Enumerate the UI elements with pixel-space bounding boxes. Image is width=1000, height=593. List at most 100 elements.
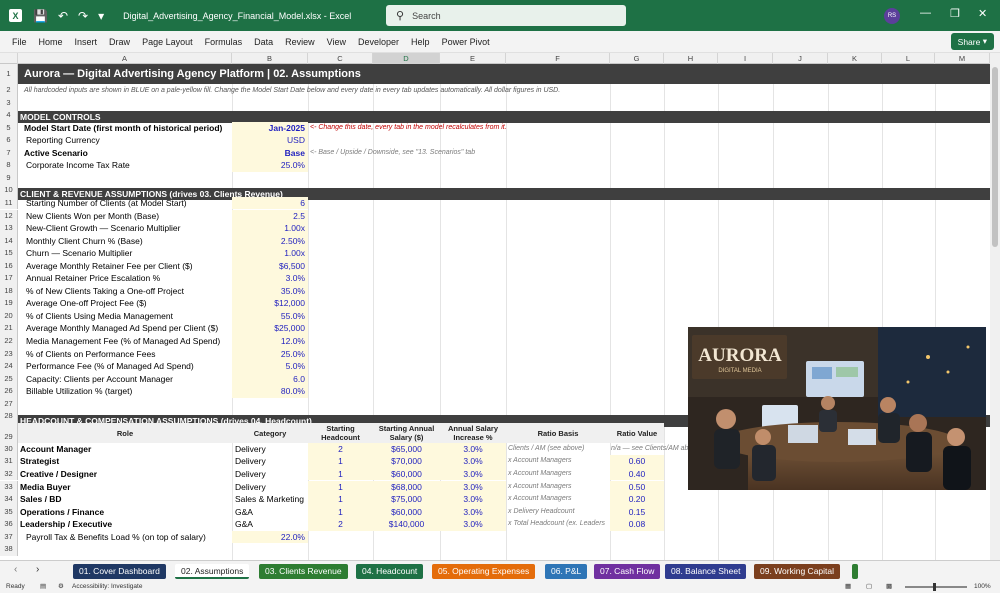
menu-file[interactable]: File bbox=[0, 37, 33, 47]
headcount-increase-input[interactable]: 3.0% bbox=[440, 493, 506, 506]
headcount-ratio-input[interactable]: 0.20 bbox=[610, 493, 664, 506]
row-header[interactable]: 36 bbox=[0, 518, 18, 531]
row-header[interactable]: 16 bbox=[0, 259, 18, 273]
zoom-level[interactable]: 100% bbox=[974, 581, 991, 593]
row-header[interactable]: 24 bbox=[0, 360, 18, 373]
assumption-value-input[interactable]: 1.00x bbox=[232, 222, 308, 235]
headcount-increase-input[interactable]: 3.0% bbox=[440, 455, 506, 468]
select-all-corner[interactable] bbox=[0, 53, 18, 64]
search-input[interactable]: ⚲ Search bbox=[386, 5, 626, 26]
control-value-input[interactable]: 25.0% bbox=[232, 159, 308, 172]
row-header[interactable]: 15 bbox=[0, 247, 18, 260]
row-header[interactable]: 14 bbox=[0, 234, 18, 248]
headcount-salary-input[interactable]: $70,000 bbox=[373, 455, 440, 468]
menu-insert[interactable]: Insert bbox=[69, 37, 104, 47]
column-header-a[interactable]: A bbox=[18, 53, 232, 64]
menu-help[interactable]: Help bbox=[405, 37, 436, 47]
headcount-increase-input[interactable]: 3.0% bbox=[440, 518, 506, 531]
menu-formulas[interactable]: Formulas bbox=[199, 37, 249, 47]
assumption-value-input[interactable]: 80.0% bbox=[232, 385, 308, 398]
sheet-tab-overflow[interactable] bbox=[852, 564, 858, 579]
row-header[interactable]: 34 bbox=[0, 493, 18, 506]
headcount-salary-input[interactable]: $68,000 bbox=[373, 480, 440, 493]
normal-view-icon[interactable]: ▦ bbox=[845, 581, 851, 593]
sheet-tab[interactable]: 04. Headcount bbox=[356, 564, 424, 579]
headcount-salary-input[interactable]: $140,000 bbox=[373, 518, 440, 531]
payroll-value-input[interactable]: 22.0% bbox=[232, 530, 308, 544]
assumption-value-input[interactable]: 2.5 bbox=[232, 209, 308, 222]
row-header[interactable]: 37 bbox=[0, 530, 18, 544]
menu-draw[interactable]: Draw bbox=[103, 37, 136, 47]
customize-dropdown-icon[interactable]: ▾ bbox=[98, 9, 104, 23]
avatar[interactable]: RS bbox=[884, 8, 900, 24]
column-header-l[interactable]: L bbox=[882, 53, 935, 64]
row-header[interactable]: 20 bbox=[0, 309, 18, 323]
assumption-value-input[interactable]: 3.0% bbox=[232, 272, 308, 285]
headcount-ratio-input[interactable]: 0.60 bbox=[610, 455, 664, 468]
headcount-ratio-input[interactable]: 0.40 bbox=[610, 467, 664, 481]
headcount-start-input[interactable]: 1 bbox=[308, 480, 373, 493]
vertical-scrollbar[interactable] bbox=[990, 53, 1000, 560]
row-header[interactable]: 1 bbox=[0, 64, 18, 84]
menu-power-pivot[interactable]: Power Pivot bbox=[436, 37, 496, 47]
control-value-input[interactable]: Jan-2025 bbox=[232, 121, 308, 135]
row-header[interactable]: 6 bbox=[0, 134, 18, 147]
row-header[interactable]: 11 bbox=[0, 196, 18, 210]
assumption-value-input[interactable]: 12.0% bbox=[232, 335, 308, 348]
row-header[interactable]: 25 bbox=[0, 372, 18, 386]
headcount-start-input[interactable]: 1 bbox=[308, 493, 373, 506]
row-header[interactable]: 3 bbox=[0, 96, 18, 110]
menu-data[interactable]: Data bbox=[248, 37, 279, 47]
assumption-value-input[interactable]: 6.0 bbox=[232, 372, 308, 386]
headcount-start-input[interactable]: 1 bbox=[308, 467, 373, 481]
maximize-icon[interactable]: ❐ bbox=[950, 7, 960, 20]
sheet-tab[interactable]: 01. Cover Dashboard bbox=[73, 564, 166, 579]
headcount-increase-input[interactable]: 3.0% bbox=[440, 505, 506, 519]
row-header[interactable]: 18 bbox=[0, 284, 18, 298]
row-header[interactable]: 19 bbox=[0, 297, 18, 310]
column-header-k[interactable]: K bbox=[828, 53, 882, 64]
headcount-salary-input[interactable]: $60,000 bbox=[373, 505, 440, 519]
headcount-ratio-input[interactable]: 0.50 bbox=[610, 480, 664, 493]
tab-scroll-right-icon[interactable]: › bbox=[36, 564, 39, 575]
headcount-salary-input[interactable]: $60,000 bbox=[373, 467, 440, 481]
assumption-value-input[interactable]: $6,500 bbox=[232, 259, 308, 273]
save-icon[interactable]: 💾 bbox=[33, 9, 48, 23]
redo-icon[interactable]: ↷ bbox=[78, 9, 88, 23]
row-header[interactable]: 23 bbox=[0, 347, 18, 361]
menu-developer[interactable]: Developer bbox=[352, 37, 405, 47]
headcount-increase-input[interactable]: 3.0% bbox=[440, 467, 506, 481]
column-header-g[interactable]: G bbox=[610, 53, 664, 64]
headcount-salary-input[interactable]: $65,000 bbox=[373, 442, 440, 456]
column-header-b[interactable]: B bbox=[232, 53, 308, 64]
menu-review[interactable]: Review bbox=[279, 37, 321, 47]
menu-view[interactable]: View bbox=[321, 37, 352, 47]
menu-page-layout[interactable]: Page Layout bbox=[136, 37, 199, 47]
row-header[interactable]: 26 bbox=[0, 385, 18, 398]
row-header[interactable]: 28 bbox=[0, 410, 18, 423]
scrollbar-thumb[interactable] bbox=[992, 67, 998, 247]
row-header[interactable]: 21 bbox=[0, 322, 18, 335]
row-header[interactable]: 8 bbox=[0, 159, 18, 172]
row-header[interactable]: 30 bbox=[0, 442, 18, 456]
sheet-tab[interactable]: 05. Operating Expenses bbox=[432, 564, 536, 579]
assumption-value-input[interactable]: 2.50% bbox=[232, 234, 308, 248]
accessibility-status[interactable]: Accessibility: Investigate bbox=[72, 581, 142, 593]
zoom-slider[interactable] bbox=[905, 586, 967, 588]
assumption-value-input[interactable]: $25,000 bbox=[232, 322, 308, 335]
headcount-increase-input[interactable]: 3.0% bbox=[440, 480, 506, 493]
share-button[interactable]: Share ▾ bbox=[950, 33, 994, 50]
zoom-slider-thumb[interactable] bbox=[933, 583, 936, 591]
assumption-value-input[interactable]: $12,000 bbox=[232, 297, 308, 310]
row-header[interactable]: 4 bbox=[0, 109, 18, 122]
sheet-tab[interactable]: 02. Assumptions bbox=[175, 564, 250, 579]
row-header[interactable]: 10 bbox=[0, 184, 18, 197]
column-header-f[interactable]: F bbox=[506, 53, 610, 64]
row-header[interactable]: 5 bbox=[0, 121, 18, 135]
row-header[interactable]: 13 bbox=[0, 222, 18, 235]
menu-home[interactable]: Home bbox=[33, 37, 69, 47]
worksheet-grid[interactable]: Aurora — Digital Advertising Agency Plat… bbox=[0, 64, 990, 560]
row-header[interactable]: 38 bbox=[0, 543, 18, 556]
headcount-start-input[interactable]: 1 bbox=[308, 505, 373, 519]
row-header[interactable]: 2 bbox=[0, 84, 18, 97]
